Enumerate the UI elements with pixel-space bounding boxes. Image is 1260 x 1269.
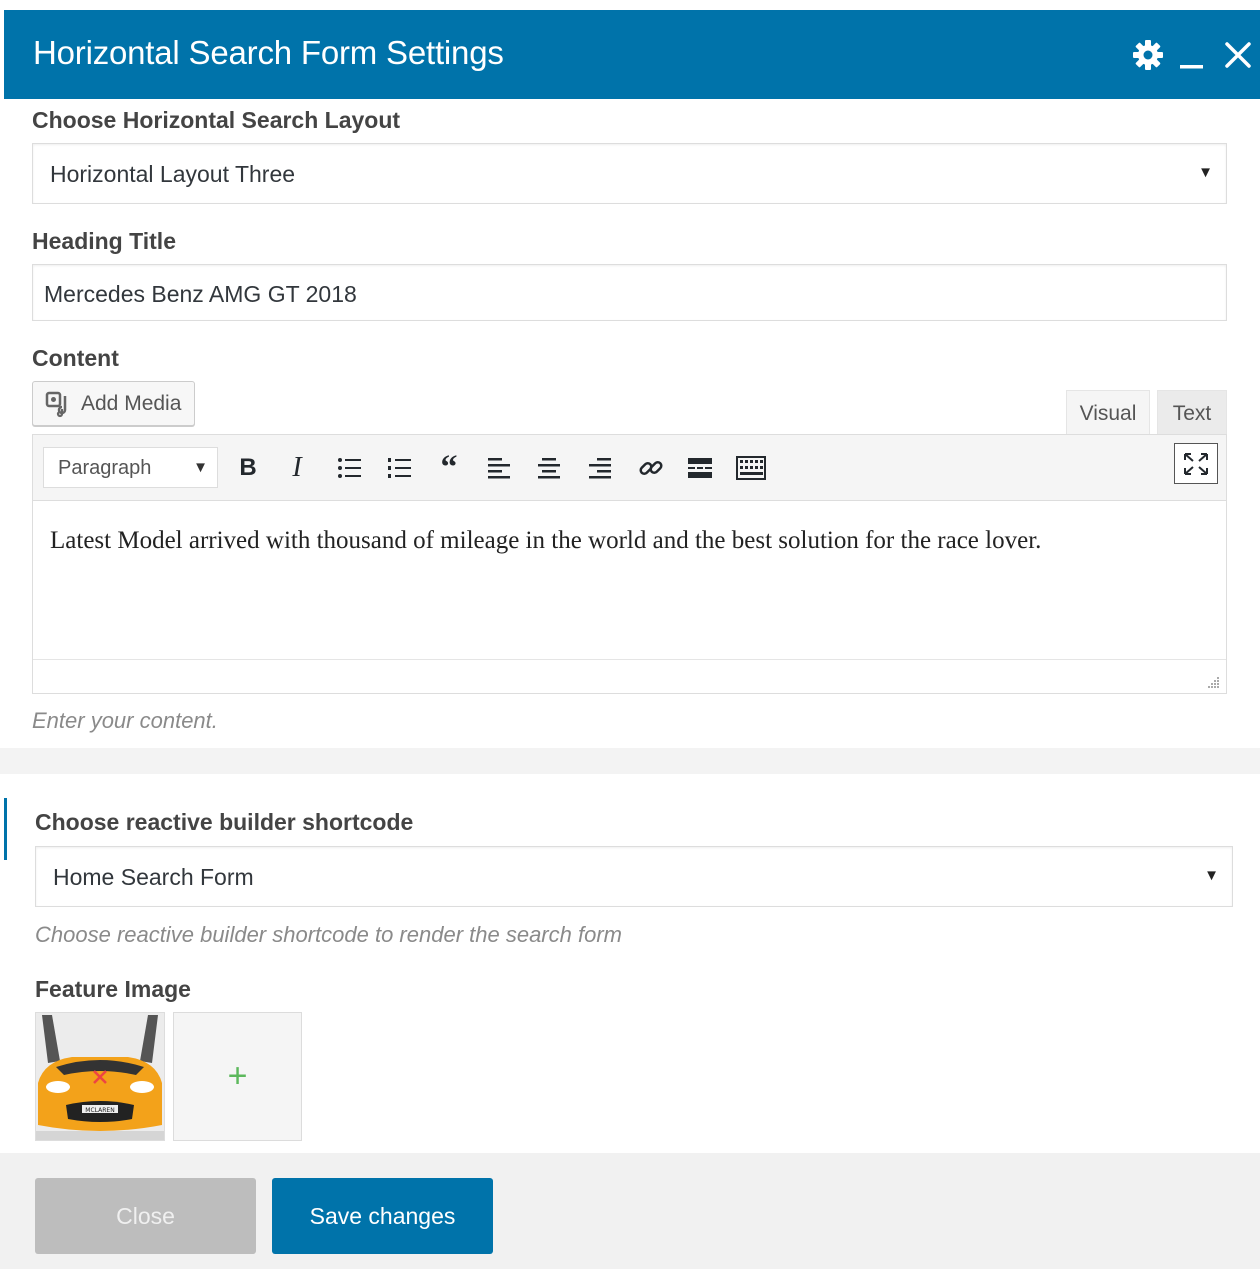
format-select-value: Paragraph <box>58 457 152 479</box>
chevron-down-icon: ▼ <box>193 459 208 476</box>
section-divider <box>0 748 1260 774</box>
gear-icon[interactable] <box>1126 10 1170 99</box>
license-plate: MCLAREN <box>85 1107 114 1114</box>
fullscreen-icon[interactable] <box>1174 443 1218 484</box>
close-button[interactable]: Close <box>35 1178 256 1254</box>
blockquote-icon[interactable]: “ <box>429 447 469 488</box>
read-more-icon[interactable] <box>680 447 720 488</box>
feature-image-thumbnail[interactable]: MCLAREN <box>35 1012 165 1141</box>
shortcode-select-value: Home Search Form <box>53 864 254 890</box>
heading-title-label: Heading Title <box>32 228 176 254</box>
tab-text[interactable]: Text <box>1157 390 1227 436</box>
heading-title-value: Mercedes Benz AMG GT 2018 <box>44 281 357 307</box>
tab-visual[interactable]: Visual <box>1066 390 1150 436</box>
layout-select[interactable]: Horizontal Layout Three ▼ <box>32 143 1227 204</box>
add-image-button[interactable]: + <box>173 1012 302 1141</box>
add-media-label: Add Media <box>81 391 182 415</box>
chevron-down-icon: ▼ <box>1204 867 1219 884</box>
feature-image-label: Feature Image <box>35 976 191 1002</box>
save-changes-button[interactable]: Save changes <box>272 1178 493 1254</box>
link-icon[interactable] <box>631 447 671 488</box>
add-media-button[interactable]: Add Media <box>32 381 195 426</box>
editor-statusbar <box>33 659 1226 693</box>
close-icon[interactable] <box>1216 10 1260 99</box>
content-label: Content <box>32 345 119 371</box>
plus-icon: + <box>227 1057 248 1095</box>
section-accent-bar <box>4 798 7 860</box>
bullet-list-icon[interactable] <box>329 447 369 488</box>
align-right-icon[interactable] <box>580 447 620 488</box>
numbered-list-icon[interactable] <box>379 447 419 488</box>
editor-body[interactable] <box>33 501 1226 659</box>
dialog-header: Horizontal Search Form Settings <box>4 10 1260 99</box>
layout-select-value: Horizontal Layout Three <box>50 161 296 187</box>
align-left-icon[interactable] <box>479 447 519 488</box>
toolbar-toggle-icon[interactable] <box>731 447 771 488</box>
chevron-down-icon: ▼ <box>1198 164 1213 181</box>
heading-title-input[interactable]: Mercedes Benz AMG GT 2018 <box>32 264 1227 321</box>
editor-content-text: Latest Model arrived with thousand of mi… <box>50 527 1042 554</box>
minimize-icon[interactable] <box>1172 10 1210 99</box>
shortcode-select[interactable]: Home Search Form ▼ <box>35 846 1233 907</box>
media-icon <box>45 390 73 418</box>
italic-icon[interactable]: I <box>277 447 317 488</box>
content-help-text: Enter your content. <box>32 708 218 733</box>
align-center-icon[interactable] <box>529 447 569 488</box>
shortcode-label: Choose reactive builder shortcode <box>35 809 414 835</box>
shortcode-help-text: Choose reactive builder shortcode to ren… <box>35 922 622 947</box>
dialog-title: Horizontal Search Form Settings <box>33 34 504 71</box>
resize-handle-icon[interactable] <box>1206 675 1220 689</box>
layout-label: Choose Horizontal Search Layout <box>32 107 401 133</box>
bold-icon[interactable]: B <box>228 447 268 488</box>
format-select[interactable]: Paragraph ▼ <box>43 447 218 488</box>
